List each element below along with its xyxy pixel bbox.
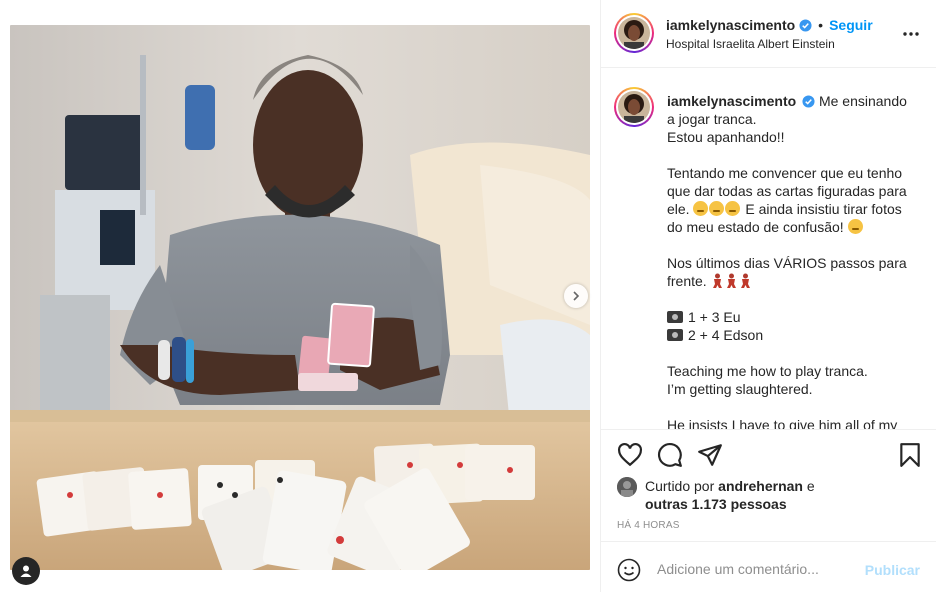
camera-emoji-icon [667, 329, 683, 341]
bookmark-icon[interactable] [897, 442, 923, 468]
caption-line: 1 + 3 Eu [688, 309, 741, 325]
caption-avatar[interactable] [614, 87, 654, 127]
walking-emoji-icon [726, 273, 736, 288]
follow-button[interactable]: Seguir [829, 17, 873, 33]
liked-by-prefix: Curtido por [645, 478, 715, 494]
author-avatar[interactable] [614, 13, 654, 53]
likes-count-link[interactable]: outras 1.173 pessoas [645, 496, 787, 512]
post-photo[interactable] [10, 25, 590, 570]
thinking-emoji-icon [693, 201, 709, 216]
camera-emoji-icon [667, 311, 683, 323]
user-tags-button[interactable] [12, 557, 40, 585]
add-comment-form: Publicar [601, 541, 936, 592]
liked-by-and: e [806, 478, 815, 494]
walking-emoji-icon [740, 273, 750, 288]
post-sidebar: iamkelynascimento • Seguir Hospital Isra… [600, 0, 936, 592]
heart-icon[interactable] [617, 442, 643, 468]
chevron-right-icon [573, 291, 580, 301]
comment-icon[interactable] [657, 442, 683, 468]
next-photo-button[interactable] [564, 284, 588, 308]
caption-text: iamkelynascimento Me ensinando a jogar t… [667, 92, 917, 429]
dizzy-face-emoji-icon [847, 219, 863, 234]
post-location[interactable]: Hospital Israelita Albert Einstein [666, 37, 835, 51]
more-options-icon[interactable] [901, 24, 921, 44]
caption-line: Teaching me how to play tranca. [667, 363, 868, 379]
share-icon[interactable] [697, 442, 723, 468]
comment-input[interactable] [657, 557, 857, 581]
publish-button[interactable]: Publicar [865, 562, 920, 578]
post-header: iamkelynascimento • Seguir Hospital Isra… [601, 0, 936, 68]
likes-summary: Curtido por andrehernan e outras 1.173 p… [617, 477, 815, 513]
liker-username[interactable]: andrehernan [718, 478, 803, 494]
caption-area: iamkelynascimento Me ensinando a jogar t… [601, 69, 936, 429]
post-actions: Curtido por andrehernan e outras 1.173 p… [601, 429, 936, 541]
thinking-emoji-icon [725, 201, 741, 216]
caption-username[interactable]: iamkelynascimento [667, 93, 796, 109]
thinking-emoji-icon [709, 201, 725, 216]
separator-dot: • [818, 17, 824, 33]
caption-line: Nos últimos dias VÁRIOS passos para fren… [667, 255, 907, 289]
verified-badge-icon [802, 95, 815, 108]
user-tag-icon [20, 565, 32, 577]
post-timestamp[interactable]: HÁ 4 HORAS [617, 520, 680, 531]
emoji-icon[interactable] [617, 558, 641, 582]
verified-badge-icon [799, 18, 812, 32]
caption-line: 2 + 4 Edson [688, 327, 764, 343]
media-panel [0, 0, 600, 592]
instagram-post-modal: iamkelynascimento • Seguir Hospital Isra… [0, 0, 936, 592]
walking-emoji-icon [712, 273, 722, 288]
author-username[interactable]: iamkelynascimento [666, 17, 795, 33]
caption-line: I’m getting slaughtered. [667, 381, 813, 397]
caption-line: He insists I have to give him all of my [667, 417, 898, 429]
caption-line: Estou apanhando!! [667, 129, 785, 145]
liker-avatar[interactable] [617, 477, 637, 497]
